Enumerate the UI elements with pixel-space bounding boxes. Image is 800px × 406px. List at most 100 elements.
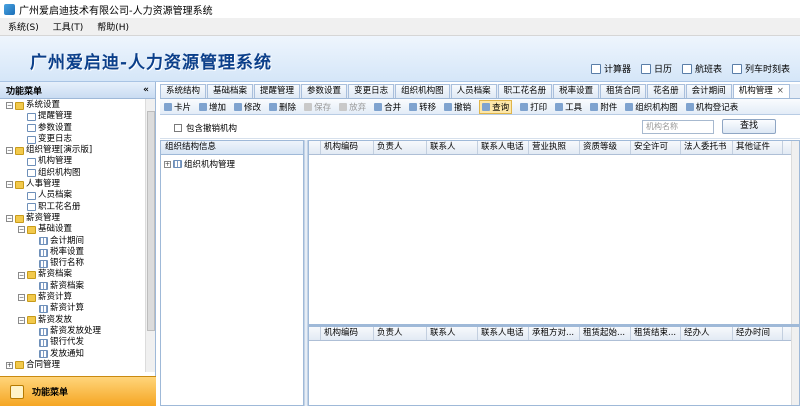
menu-tree-item[interactable]: − 系统设置 [0, 100, 145, 111]
sidebar-scrollbar[interactable] [145, 99, 155, 372]
column-header[interactable]: 法人委托书 [681, 141, 733, 154]
undo-button[interactable]: 放弃 [339, 101, 366, 113]
delete-button[interactable]: 删除 [269, 101, 296, 113]
transfer-button[interactable]: 转移 [409, 101, 436, 113]
column-header[interactable]: 联系人 [427, 327, 478, 340]
menu-tree-item[interactable]: 银行代发 [0, 337, 145, 348]
column-header[interactable]: 联系人 [427, 141, 478, 154]
menu-tree-item[interactable]: − 组织管理[演示版] [0, 145, 145, 156]
org-chart-button[interactable]: 组织机构图 [625, 101, 678, 113]
menu-tree-item[interactable]: 人员档案 [0, 190, 145, 201]
menu-tree-item[interactable]: − 基础设置 [0, 224, 145, 235]
column-header[interactable]: 机构编码 [321, 141, 374, 154]
menu-tree-item[interactable]: 薪资发放处理 [0, 326, 145, 337]
module-tab[interactable]: 花名册 [647, 84, 685, 98]
expand-icon[interactable]: + [164, 160, 171, 168]
detail-grid-scrollbar[interactable] [791, 327, 799, 405]
print-button[interactable]: 打印 [520, 101, 547, 113]
sidebar-footer-button[interactable]: 功能菜单 [0, 376, 156, 406]
menu-tree-item[interactable]: − 人事管理 [0, 179, 145, 190]
column-header[interactable]: 营业执照 [529, 141, 580, 154]
org-tree-root[interactable]: + 组织机构管理 [161, 158, 303, 170]
collapse-sidebar-icon[interactable]: « [143, 85, 149, 95]
calculator-link[interactable]: 计算器 [590, 62, 631, 75]
column-header[interactable]: 联系人电话 [478, 327, 529, 340]
checkbox-box[interactable] [174, 124, 182, 132]
module-tab[interactable]: 人员档案 [450, 84, 497, 98]
column-header[interactable]: 机构编码 [321, 327, 374, 340]
column-header[interactable]: 租赁起始... [580, 327, 631, 340]
module-tab[interactable]: 机构管理 × [732, 84, 790, 98]
column-header[interactable]: 经办时间 [733, 327, 783, 340]
menu-help[interactable]: 帮助(H) [97, 20, 129, 33]
query-button[interactable]: 查询 [479, 99, 513, 114]
tree-expander-icon[interactable]: + [6, 361, 13, 369]
flight-link[interactable]: 航班表 [681, 62, 722, 75]
column-header[interactable]: 承租方对... [529, 327, 580, 340]
module-tab[interactable]: 会计期间 [685, 84, 732, 98]
menu-tree-item[interactable]: 税率设置 [0, 247, 145, 258]
menu-tree-item[interactable]: 薪资计算 [0, 303, 145, 314]
tool-button[interactable]: 工具 [555, 101, 582, 113]
menu-tree-item[interactable]: 组织机构图 [0, 168, 145, 179]
menu-tree-item[interactable]: 银行名称 [0, 258, 145, 269]
tree-expander-icon[interactable]: − [18, 226, 25, 234]
menu-tree-item[interactable]: − 薪资计算 [0, 292, 145, 303]
menu-tree-item[interactable]: 提醒管理 [0, 111, 145, 122]
module-tab[interactable]: 租赁合同 [600, 84, 647, 98]
column-header[interactable]: 负责人 [374, 327, 427, 340]
find-button[interactable]: 查找 [722, 119, 776, 134]
menu-tree-item[interactable]: 发放通知 [0, 349, 145, 360]
register-button[interactable]: 机构登记表 [685, 101, 738, 113]
column-header[interactable]: 负责人 [374, 141, 427, 154]
module-tab[interactable]: 基础档案 [207, 84, 254, 98]
tree-expander-icon[interactable]: − [18, 294, 25, 302]
org-name-search-input[interactable]: 机构名称 [642, 120, 714, 134]
card-button[interactable]: 卡片 [164, 101, 191, 113]
column-header[interactable]: 租赁结束... [631, 327, 681, 340]
calendar-link[interactable]: 日历 [640, 62, 672, 75]
tree-expander-icon[interactable]: − [6, 147, 13, 155]
edit-button[interactable]: 修改 [234, 101, 261, 113]
column-header[interactable]: 联系人电话 [478, 141, 529, 154]
column-header[interactable]: 资质等级 [580, 141, 631, 154]
module-tab[interactable]: 系统结构 [160, 84, 207, 98]
revoke-button[interactable]: 撤销 [444, 101, 471, 113]
menu-tree-item[interactable]: 变更日志 [0, 134, 145, 145]
tree-expander-icon[interactable]: − [18, 316, 25, 324]
menu-tree-item[interactable]: 参数设置 [0, 123, 145, 134]
tree-expander-icon[interactable]: − [6, 215, 13, 223]
tree-expander-icon[interactable]: − [18, 271, 25, 279]
save-button[interactable]: 保存 [304, 101, 331, 113]
menu-tree-item[interactable]: 会计期间 [0, 236, 145, 247]
column-header[interactable]: 经办人 [681, 327, 733, 340]
module-tab[interactable]: 职工花名册 [497, 84, 553, 98]
tab-label: 机构管理 [738, 86, 773, 96]
module-tab[interactable]: 提醒管理 [254, 84, 301, 98]
menu-tree-item[interactable]: − 薪资发放 [0, 315, 145, 326]
main-grid-scrollbar[interactable] [791, 141, 799, 324]
include-revoked-checkbox[interactable]: 包含撤销机构 [174, 122, 237, 134]
menu-tree-item[interactable]: 薪资档案 [0, 281, 145, 292]
tree-expander-icon[interactable]: − [6, 181, 13, 189]
merge-button[interactable]: 合并 [374, 101, 401, 113]
column-header[interactable]: 安全许可 [631, 141, 681, 154]
menu-tree-item[interactable]: − 薪资管理 [0, 213, 145, 224]
add-button[interactable]: 增加 [199, 101, 226, 113]
attachment-button[interactable]: 附件 [590, 101, 617, 113]
menu-system[interactable]: 系统(S) [8, 20, 39, 33]
scrollbar-thumb[interactable] [147, 111, 155, 331]
module-tab[interactable]: 税率设置 [553, 84, 600, 98]
module-tab[interactable]: 变更日志 [348, 84, 395, 98]
menu-tools[interactable]: 工具(T) [53, 20, 84, 33]
module-tab[interactable]: 参数设置 [301, 84, 348, 98]
module-tab[interactable]: 组织机构图 [395, 84, 450, 98]
menu-tree-item[interactable]: 机构管理 [0, 156, 145, 167]
menu-tree-item[interactable]: − 薪资档案 [0, 269, 145, 280]
menu-tree-item[interactable]: + 合同管理 [0, 360, 145, 371]
tree-expander-icon[interactable]: − [6, 102, 13, 110]
column-header[interactable]: 其他证件 [733, 141, 783, 154]
close-tab-icon[interactable]: × [777, 86, 784, 96]
train-link[interactable]: 列车时刻表 [731, 62, 790, 75]
menu-tree-item[interactable]: 职工花名册 [0, 202, 145, 213]
